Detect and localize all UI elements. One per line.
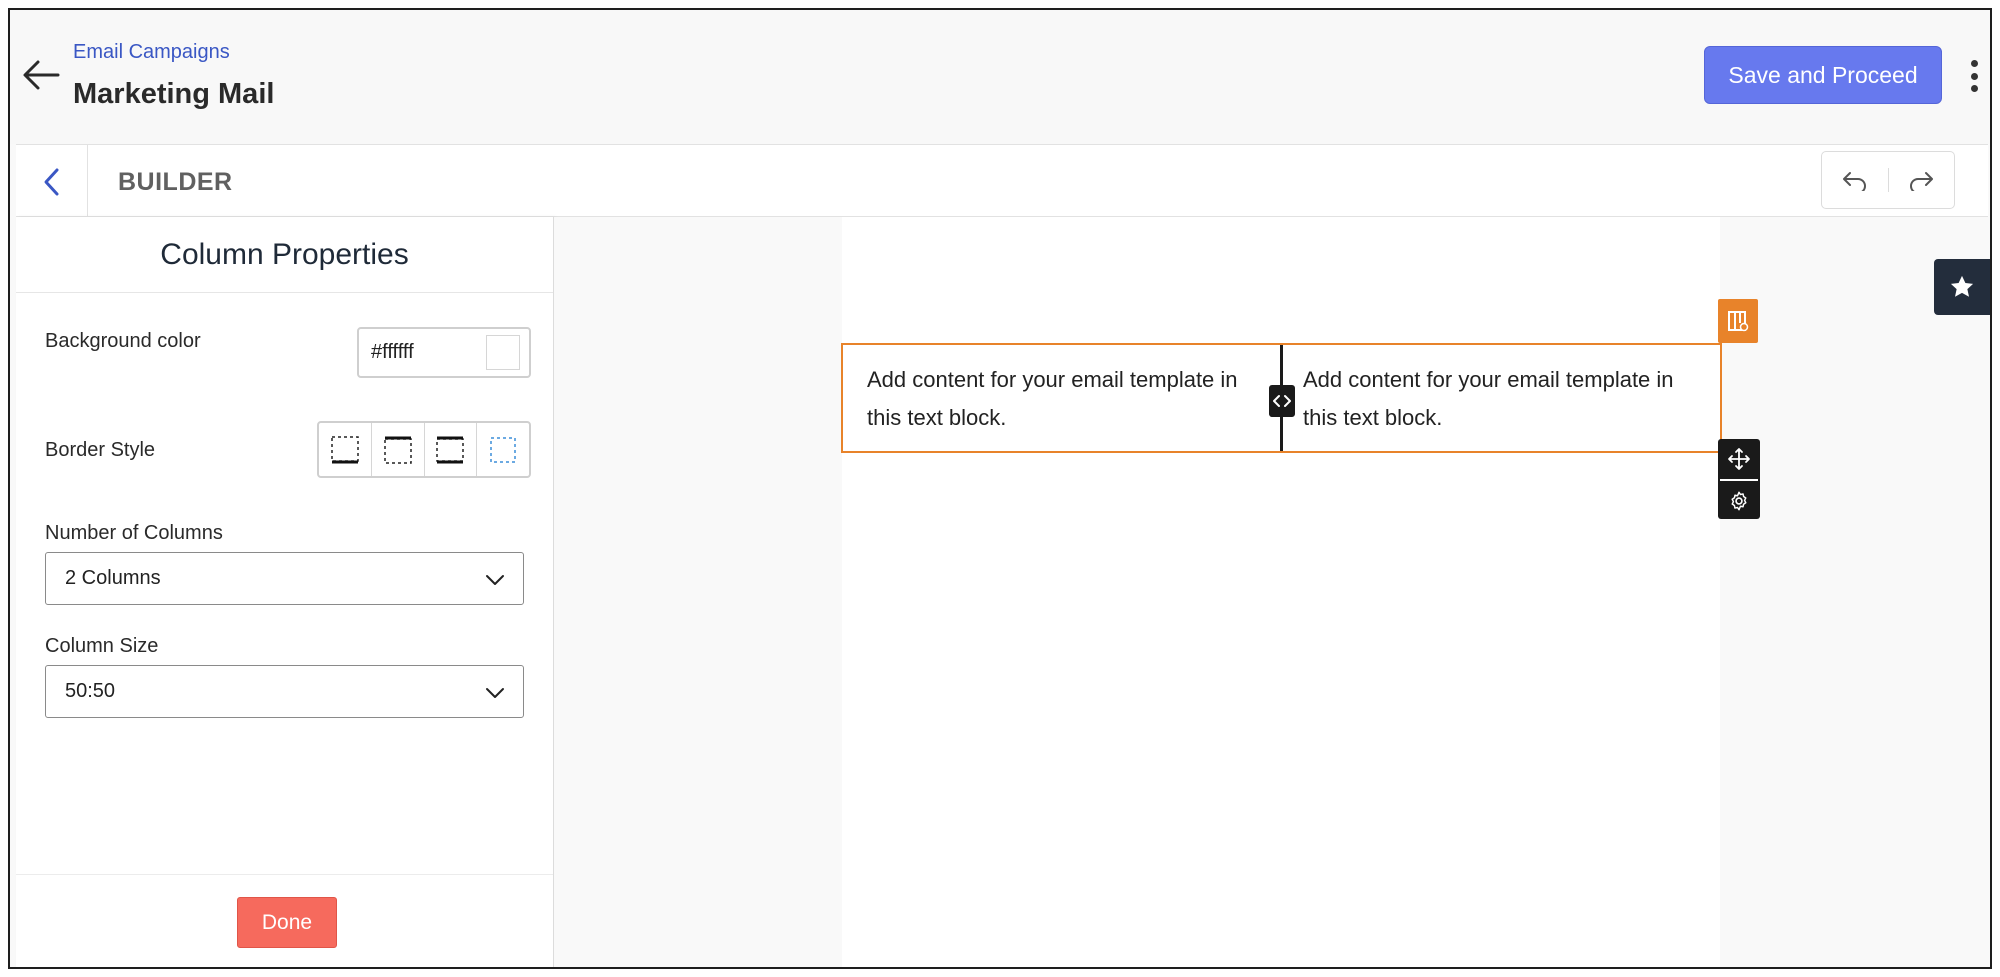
gear-icon[interactable] — [1718, 481, 1760, 521]
more-options-icon[interactable] — [1964, 56, 1984, 96]
chevron-down-icon — [486, 688, 504, 698]
panel-title: Column Properties — [16, 217, 553, 293]
page-title: Marketing Mail — [73, 78, 275, 110]
favorites-star-button[interactable] — [1934, 259, 1990, 315]
column-size-value: 50:50 — [65, 680, 116, 702]
panel-footer: Done — [16, 874, 553, 967]
border-bottom-option[interactable] — [319, 423, 372, 476]
background-color-input[interactable]: #ffffff — [357, 327, 531, 378]
column-properties-panel: Column Properties Background color #ffff… — [16, 217, 554, 967]
border-top-option[interactable] — [372, 423, 425, 476]
column-settings-icon[interactable] — [1718, 299, 1758, 343]
move-icon[interactable] — [1718, 439, 1760, 479]
breadcrumb[interactable]: Email Campaigns — [73, 41, 230, 64]
email-canvas: Add content for your email template in t… — [554, 217, 1988, 967]
two-column-row[interactable]: Add content for your email template in t… — [841, 343, 1722, 453]
column-size-label: Column Size — [45, 635, 159, 657]
header-bar: Email Campaigns Marketing Mail Save and … — [10, 10, 1990, 144]
border-bottom-icon — [331, 435, 359, 463]
email-body[interactable] — [842, 217, 1720, 967]
builder-back-button[interactable] — [16, 145, 88, 218]
chevron-down-icon — [486, 575, 504, 585]
redo-icon[interactable] — [1889, 152, 1955, 208]
left-column-text-block[interactable]: Add content for your email template in t… — [867, 361, 1247, 437]
column-size-select[interactable]: 50:50 — [45, 665, 524, 718]
right-column-text-block[interactable]: Add content for your email template in t… — [1303, 361, 1683, 437]
undo-icon[interactable] — [1822, 152, 1888, 208]
number-of-columns-label: Number of Columns — [45, 522, 223, 544]
row-toolbar — [1718, 439, 1760, 519]
builder-title: BUILDER — [118, 168, 233, 196]
border-style-label: Border Style — [45, 439, 156, 461]
background-color-value[interactable]: #ffffff — [371, 341, 414, 364]
border-none-icon — [490, 436, 516, 463]
border-top-bottom-option[interactable] — [425, 423, 478, 476]
background-color-label: Background color — [45, 330, 201, 352]
app-window: Email Campaigns Marketing Mail Save and … — [8, 8, 1992, 969]
border-none-option[interactable] — [477, 423, 529, 476]
color-swatch[interactable] — [486, 335, 520, 370]
resize-handle-icon[interactable] — [1269, 385, 1295, 417]
back-arrow-icon[interactable] — [18, 52, 64, 98]
undo-redo-group — [1821, 151, 1955, 209]
builder-toolbar: BUILDER — [16, 144, 1988, 218]
done-button[interactable]: Done — [237, 897, 337, 948]
border-top-icon — [383, 436, 412, 464]
border-top-bottom-icon — [436, 436, 465, 463]
star-icon — [1950, 275, 1974, 297]
border-style-options — [317, 421, 531, 478]
number-of-columns-value: 2 Columns — [65, 567, 161, 589]
number-of-columns-select[interactable]: 2 Columns — [45, 552, 524, 605]
save-and-proceed-button[interactable]: Save and Proceed — [1704, 46, 1942, 104]
chevron-left-icon — [44, 168, 58, 195]
